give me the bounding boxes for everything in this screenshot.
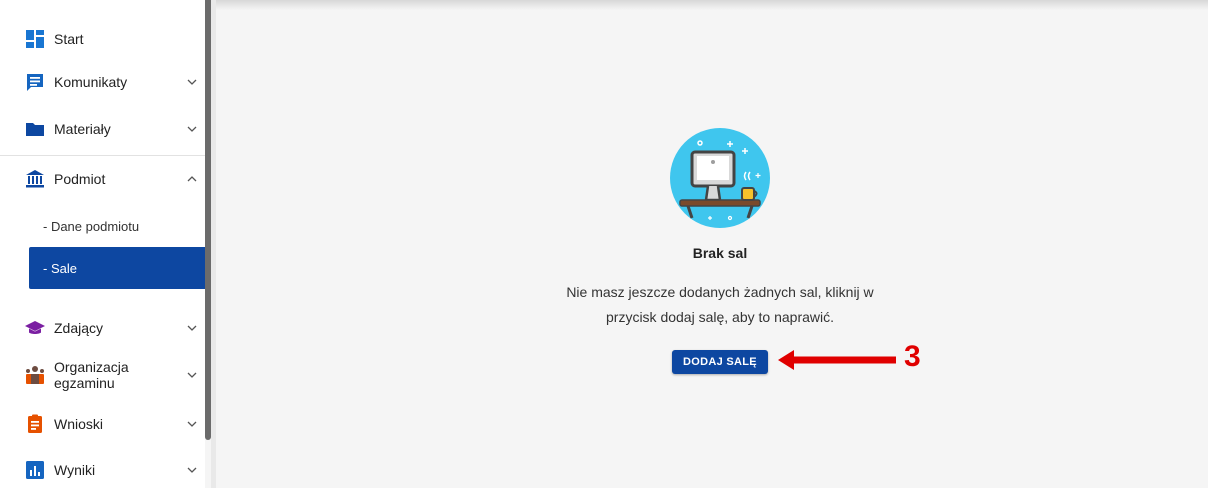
sidebar-item-label: Wnioski [54,416,104,432]
sidebar-item-label: Start [54,31,84,47]
dashboard-icon [25,29,45,49]
chevron-down-icon[interactable] [186,123,198,135]
message-icon [25,72,45,92]
empty-desk-illustration-icon [670,128,770,228]
chevron-down-icon[interactable] [186,76,198,88]
sidebar-item-label: Materiały [54,121,111,137]
sidebar-subitem-label: - Sale [43,260,77,276]
chart-icon [25,460,45,480]
sidebar-border [211,0,216,488]
annotation-step-number: 3 [904,340,921,373]
sidebar-item-zdajacy[interactable]: Zdający [0,314,205,342]
sidebar-item-wyniki[interactable]: Wyniki [0,456,205,484]
add-room-button[interactable]: DODAJ SALĘ [672,350,768,374]
sidebar-item-wnioski[interactable]: Wnioski [0,410,205,438]
institution-icon [25,169,45,189]
sidebar-item-materialy[interactable]: Materiały [0,115,205,143]
folder-icon [25,119,45,139]
organization-icon [25,365,45,385]
annotation-arrow-icon [778,350,896,370]
sidebar: Start Komunikaty Materiały Podmiot - Dan… [0,0,205,488]
sidebar-item-organizacja-egzaminu[interactable]: Organizacja egzaminu [0,357,205,393]
graduation-cap-icon [25,318,45,338]
chevron-down-icon[interactable] [186,322,198,334]
sidebar-subitem-label: - Dane podmiotu [43,218,140,234]
empty-state-description: Nie masz jeszcze dodanych żadnych sal, k… [566,284,874,325]
sidebar-divider [0,155,205,156]
sidebar-item-start[interactable]: Start [0,25,205,53]
clipboard-icon [25,414,45,434]
chevron-up-icon[interactable] [186,173,198,185]
sidebar-item-komunikaty[interactable]: Komunikaty [0,68,205,96]
sidebar-item-label: Organizacja egzaminu [54,359,129,391]
sidebar-subitem-dane-podmiotu[interactable]: - Dane podmiotu [29,212,205,240]
empty-state-title: Brak sal [692,245,748,261]
sidebar-item-label: Wyniki [54,462,96,478]
chevron-down-icon[interactable] [186,464,198,476]
sidebar-item-label: Komunikaty [54,74,128,90]
sidebar-item-label: Zdający [54,320,104,336]
chevron-down-icon[interactable] [186,418,198,430]
chevron-down-icon[interactable] [186,369,198,381]
top-bar-shadow [216,0,1208,10]
sidebar-item-podmiot[interactable]: Podmiot [0,165,205,193]
sidebar-item-label: Podmiot [54,171,106,187]
sidebar-subitem-sale[interactable]: - Sale [29,247,205,289]
